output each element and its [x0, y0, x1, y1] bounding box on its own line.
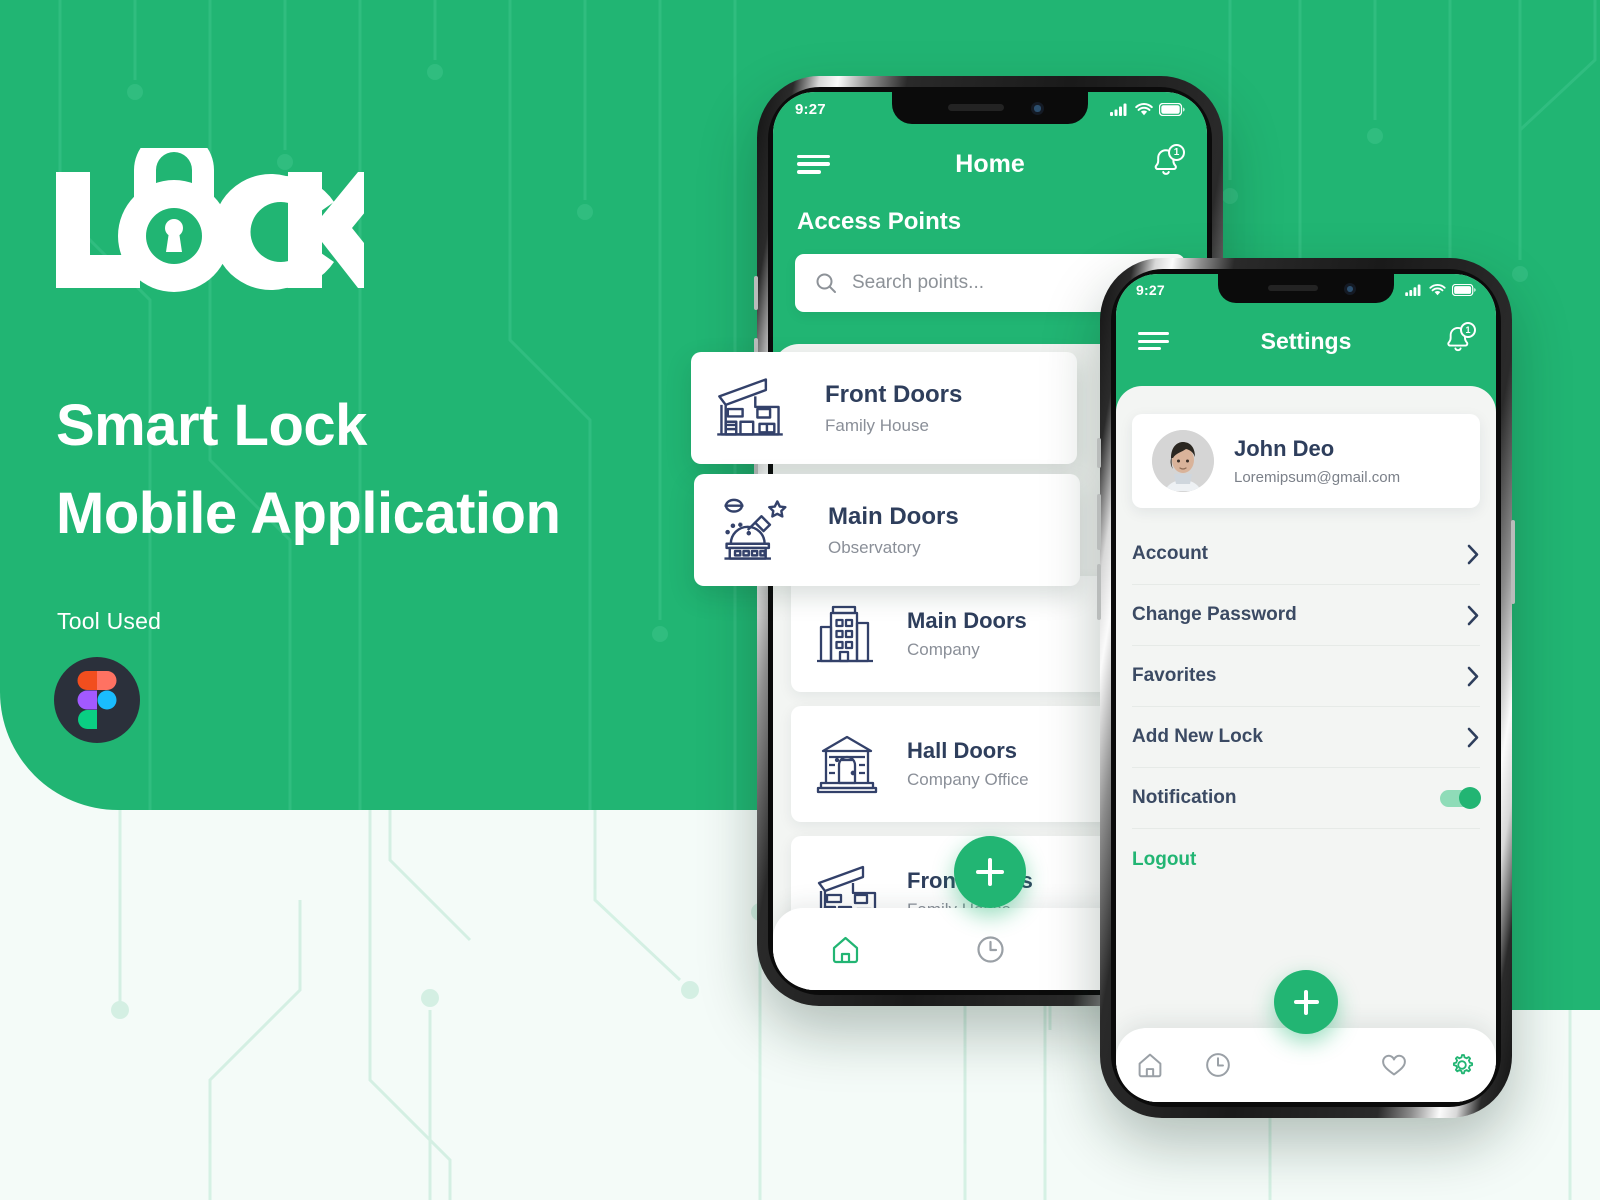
home-icon [832, 936, 858, 963]
status-icons [1110, 102, 1185, 116]
app-bar-title: Home [955, 149, 1025, 178]
bottom-tab-bar-settings [1116, 1028, 1496, 1102]
list-item-title: Hall Doors [907, 738, 1018, 763]
add-lock-fab[interactable] [1274, 970, 1338, 1034]
phone-mockup-settings: 9:27 Settings 1 John Deo Loremipsum@gmai… [1097, 258, 1515, 1118]
notification-toggle[interactable] [1440, 787, 1481, 809]
earpiece-speaker [1268, 285, 1318, 291]
earpiece-speaker [948, 104, 1004, 111]
settings-item-label: Add New Lock [1132, 726, 1263, 747]
chevron-right-icon [1467, 666, 1479, 686]
settings-item-favorites[interactable]: Favorites [1132, 646, 1480, 707]
list-item-subtitle: Company Office [907, 770, 1029, 789]
clock-icon [976, 935, 1004, 963]
app-bar-settings: Settings 1 [1116, 316, 1496, 366]
status-time: 9:27 [1136, 282, 1165, 298]
observatory-icon [724, 498, 787, 560]
front-camera [1031, 102, 1044, 115]
tab-history[interactable] [1184, 1051, 1252, 1079]
wifi-icon [1429, 284, 1446, 296]
volume-up-button[interactable] [1097, 494, 1101, 550]
classic-hall-icon [816, 735, 878, 794]
toggle-knob [1459, 787, 1481, 809]
settings-item-label: Logout [1132, 848, 1197, 870]
device-notch [892, 92, 1088, 124]
figma-logo-badge [54, 657, 140, 743]
chevron-right-icon [1467, 605, 1479, 625]
settings-item-label: Favorites [1132, 665, 1217, 686]
cellular-signal-icon [1405, 284, 1421, 296]
tab-settings[interactable] [1428, 1051, 1496, 1079]
chevron-right-icon [1467, 727, 1479, 747]
list-item-title: Main Doors [907, 608, 1027, 633]
notification-badge: 1 [1168, 143, 1185, 161]
settings-menu-list: Account Change Password Favorites Add Ne… [1132, 524, 1481, 890]
app-bar-home: Home 1 [773, 138, 1207, 190]
profile-card[interactable]: John Deo Loremipsum@gmail.com [1132, 414, 1480, 508]
section-title-access-points: Access Points [797, 208, 962, 235]
tool-used-label: Tool Used [57, 608, 162, 634]
lock-wordmark-icon [56, 130, 400, 292]
figma-logo-icon [77, 671, 117, 729]
chevron-right-icon [1467, 544, 1479, 564]
status-icons [1405, 284, 1476, 296]
gear-icon [1453, 1054, 1474, 1075]
floating-card-front-doors[interactable]: Front Doors Family House [691, 352, 1077, 464]
user-avatar-photo [1152, 430, 1214, 492]
mute-switch[interactable] [1097, 438, 1101, 468]
power-button[interactable] [1511, 520, 1515, 604]
add-lock-fab[interactable] [954, 836, 1026, 908]
floating-card-subtitle: Family House [825, 415, 929, 435]
search-icon [816, 273, 836, 293]
headline-line-2: Mobile Application [56, 481, 561, 547]
floating-card-title: Main Doors [828, 502, 959, 530]
volume-down-button[interactable] [1097, 564, 1101, 620]
settings-item-logout[interactable]: Logout [1132, 829, 1480, 890]
heart-icon [1382, 1054, 1407, 1076]
cellular-signal-icon [1110, 103, 1127, 116]
floating-card-subtitle: Observatory [828, 537, 921, 557]
device-notch [1218, 274, 1394, 303]
search-placeholder: Search points... [852, 272, 985, 293]
battery-icon [1452, 284, 1476, 296]
clock-icon [1205, 1053, 1230, 1077]
floating-card-title: Front Doors [825, 380, 963, 408]
list-item-subtitle: Company [907, 640, 980, 659]
office-building-icon [817, 605, 873, 663]
settings-item-add-new-lock[interactable]: Add New Lock [1132, 707, 1480, 768]
profile-name: John Deo [1234, 436, 1335, 461]
mute-switch[interactable] [754, 276, 758, 310]
modern-house-icon [717, 378, 783, 436]
front-camera [1344, 283, 1356, 295]
profile-email: Loremipsum@gmail.com [1234, 469, 1401, 486]
plus-icon-vertical [1304, 989, 1308, 1015]
notification-bell-icon[interactable]: 1 [1442, 321, 1476, 360]
tab-home[interactable] [773, 934, 918, 965]
wifi-icon [1135, 102, 1153, 115]
tab-favorites[interactable] [1360, 1051, 1428, 1079]
brand-logo [54, 130, 400, 298]
settings-item-label: Account [1132, 543, 1208, 564]
floating-card-main-doors[interactable]: Main Doors Observatory [694, 474, 1080, 586]
settings-item-account[interactable]: Account [1132, 524, 1480, 585]
tab-history[interactable] [918, 934, 1063, 965]
headline-line-1: Smart Lock [56, 393, 367, 458]
notification-bell-icon[interactable]: 1 [1149, 143, 1185, 184]
tab-home[interactable] [1116, 1051, 1184, 1079]
settings-item-label: Notification [1132, 787, 1237, 808]
app-bar-title: Settings [1260, 327, 1352, 354]
status-time: 9:27 [795, 100, 826, 118]
avatar-illustration [1152, 430, 1214, 492]
page-title: Smart Lock Mobile Application [56, 382, 561, 558]
plus-icon-vertical [988, 858, 992, 886]
battery-icon [1159, 102, 1185, 116]
settings-item-label: Change Password [1132, 604, 1297, 625]
home-icon [1138, 1053, 1162, 1078]
poster-canvas: Smart Lock Mobile Application Tool Used [0, 0, 1600, 1200]
notification-badge: 1 [1460, 321, 1476, 338]
settings-item-change-password[interactable]: Change Password [1132, 585, 1480, 646]
settings-item-notification[interactable]: Notification [1132, 768, 1481, 829]
